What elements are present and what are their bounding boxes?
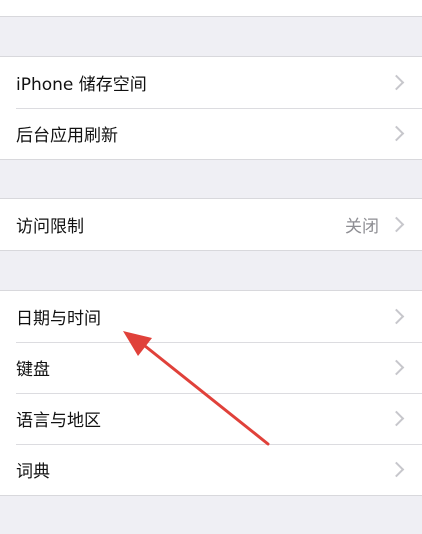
- settings-row-label: 键盘: [16, 360, 50, 380]
- chevron-right-icon: [388, 308, 405, 325]
- settings-group-storage: iPhone 储存空间 后台应用刷新: [0, 56, 422, 160]
- settings-row-dictionary[interactable]: 词典: [0, 444, 422, 495]
- settings-row-label: 访问限制: [16, 217, 84, 237]
- chevron-right-icon: [388, 216, 405, 233]
- chevron-right-icon: [388, 410, 405, 427]
- settings-row-restrictions[interactable]: 访问限制 关闭: [0, 199, 422, 250]
- settings-group-general: 日期与时间 键盘 语言与地区 词典: [0, 290, 422, 496]
- settings-row-label: iPhone 储存空间: [16, 75, 147, 95]
- chevron-right-icon: [388, 359, 405, 376]
- settings-group-top: [0, 0, 422, 17]
- settings-row-label: 语言与地区: [16, 411, 101, 431]
- chevron-right-icon: [388, 461, 405, 478]
- settings-row-iphone-storage[interactable]: iPhone 储存空间: [0, 57, 422, 108]
- settings-row-value: 关闭: [345, 217, 379, 237]
- chevron-right-icon: [388, 74, 405, 91]
- chevron-right-icon: [388, 125, 405, 142]
- settings-row-language-region[interactable]: 语言与地区: [0, 393, 422, 444]
- settings-row-label: 词典: [16, 462, 50, 482]
- settings-group-restrictions: 访问限制 关闭: [0, 198, 422, 251]
- settings-row-cut[interactable]: [0, 0, 422, 16]
- settings-row-label: 日期与时间: [16, 309, 101, 329]
- settings-row-label: 后台应用刷新: [16, 126, 118, 146]
- settings-row-date-time[interactable]: 日期与时间: [0, 291, 422, 342]
- settings-row-background-refresh[interactable]: 后台应用刷新: [0, 108, 422, 159]
- settings-row-keyboard[interactable]: 键盘: [0, 342, 422, 393]
